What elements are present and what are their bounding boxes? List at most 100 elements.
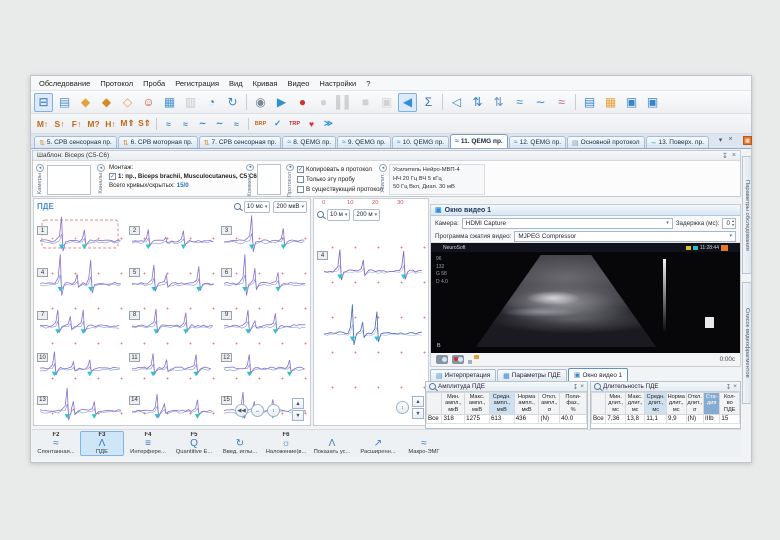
pin-icon[interactable]: ↧ — [726, 383, 731, 391]
collapse-icon[interactable]: ◂ — [246, 164, 254, 171]
trp-icon[interactable]: TRP — [287, 116, 302, 131]
search-icon[interactable] — [429, 383, 436, 390]
exam-tab-10. QEMG пр.[interactable]: ≈10. QEMG пр. — [391, 136, 450, 148]
exam-tab-5. СРВ сенсорная пр.[interactable]: ⇅ 5. СРВ сенсорная пр. — [34, 136, 117, 148]
record-icon[interactable]: ● — [293, 93, 312, 112]
delay-spinner[interactable]: 0 ▴ ▾ — [722, 217, 736, 229]
report-icon[interactable]: ▦ — [160, 93, 179, 112]
trace-number-box[interactable]: 2 — [129, 226, 140, 235]
s-response-icon[interactable]: S↑ — [52, 116, 67, 131]
trigger-marker-icon[interactable] — [87, 371, 93, 377]
exam-tab-8. QEMG пр.[interactable]: ≈8. QEMG пр. — [282, 136, 337, 148]
tab-close-icon[interactable]: × — [726, 136, 735, 143]
montage-item[interactable]: ✓ 1: пр., Biceps brachii, Musculocutaneu… — [109, 171, 257, 181]
exam-tab-12. QEMG пр.[interactable]: ≈12. QEMG пр. — [508, 136, 567, 148]
trace-number-box[interactable]: 6 — [221, 268, 232, 278]
menu-item-Обследование[interactable]: Обследование — [34, 79, 95, 88]
trace-number-box[interactable]: 7 — [37, 310, 48, 320]
open-exam-icon[interactable]: ◆ — [76, 93, 95, 112]
record-video-icon[interactable] — [452, 355, 464, 364]
trace-number-box[interactable]: 4 — [37, 268, 48, 278]
scroll-up-button[interactable]: ▲ — [292, 398, 304, 409]
scroll-down-button[interactable]: ▼ — [412, 408, 424, 419]
import-exam-icon[interactable]: ◇ — [118, 93, 137, 112]
sound-icon[interactable]: ◀ — [398, 92, 417, 112]
trace-number-box[interactable]: 10 — [37, 353, 48, 363]
mode-button-Расширенн...[interactable]: ↗ Расширенн... — [356, 431, 400, 456]
mup-trace[interactable] — [223, 254, 306, 296]
wave-down-icon[interactable]: ∼ — [212, 116, 227, 131]
exam-tab-6. СРВ моторная пр.[interactable]: ⇅ 6. СРВ моторная пр. — [117, 136, 198, 148]
trace-number-box[interactable]: 14 — [129, 395, 140, 405]
layout-grid-icon[interactable]: ▦ — [743, 136, 752, 145]
mup-trace[interactable] — [39, 387, 122, 421]
trace-number-box[interactable]: 5 — [129, 268, 140, 278]
trace-number-box[interactable]: 9 — [221, 310, 232, 320]
trigger-marker-icon[interactable] — [194, 414, 201, 419]
page-prev-button[interactable]: ◀◀ — [235, 404, 248, 417]
menu-item-Регистрация[interactable]: Регистрация — [170, 79, 224, 88]
wave-analyze-icon[interactable]: ≈ — [178, 116, 193, 131]
play-icon[interactable]: ▶ — [272, 93, 291, 112]
heart-icon[interactable]: ♥ — [304, 116, 319, 131]
mode-button-Наложение(в...[interactable]: F6 ☼ Наложение(в... — [264, 431, 308, 456]
mode-button-ПДЕ[interactable]: F3 Λ ПДЕ — [80, 431, 124, 456]
mode-button-Интерфере...[interactable]: F4 ≡ Интерфере... — [126, 431, 170, 456]
s2-response-icon[interactable]: S⇑ — [137, 116, 152, 131]
mup-trace[interactable] — [223, 215, 305, 252]
table-row[interactable]: Все 7,36 13,8 11,1 9,9 (N) IIIb 15 — [590, 413, 740, 424]
trigger-marker-icon[interactable] — [272, 329, 279, 334]
sync-icon[interactable]: ↻ — [223, 93, 242, 112]
menu-item-Протокол[interactable]: Протокол — [95, 79, 138, 88]
avg-trace-area[interactable]: 4 — [314, 223, 428, 401]
snapshot-camera-icon[interactable] — [436, 355, 448, 364]
video-window-titlebar[interactable]: ▣ Окно видео 1 — [431, 205, 740, 216]
export-frames-icon[interactable] — [468, 355, 479, 364]
collapse-icon[interactable]: ◂ — [379, 164, 387, 172]
fit-vertical-button[interactable]: ↕ — [396, 401, 409, 414]
checkbox-icon[interactable] — [297, 175, 304, 183]
codec-select[interactable]: MJPEG Compressor ▾ — [514, 230, 736, 242]
trace-number-box[interactable]: 15 — [221, 395, 232, 405]
brp-icon[interactable]: BRP — [253, 116, 268, 131]
wave-up-icon[interactable]: ∼ — [195, 116, 210, 131]
trace-number-box[interactable]: 1 — [37, 226, 48, 235]
menu-item-Вид[interactable]: Вид — [224, 79, 248, 88]
trigger-marker-icon[interactable] — [91, 414, 97, 419]
trigger-marker-icon[interactable] — [275, 286, 281, 292]
collapse-icon[interactable]: ◂ — [97, 164, 105, 172]
menu-item-Кривая[interactable]: Кривая — [248, 79, 283, 88]
sort-asc-icon[interactable]: ⇅ — [468, 93, 487, 112]
trigger-marker-icon[interactable] — [249, 244, 255, 250]
mup-trace[interactable] — [131, 353, 212, 376]
patient-card-icon[interactable]: ☺ — [139, 93, 158, 112]
scroll-down-button[interactable]: ▼ — [292, 410, 304, 421]
m-response-icon[interactable]: М↑ — [35, 116, 50, 131]
f-wave-icon[interactable]: F↑ — [69, 116, 84, 131]
camera-preview-box[interactable] — [47, 165, 91, 195]
screen-prev-icon[interactable]: ▣ — [622, 93, 641, 112]
trigger-marker-icon[interactable] — [180, 244, 187, 250]
menu-item-Видео[interactable]: Видео — [282, 79, 314, 88]
bottom-tab-Окно видео 1[interactable]: ▣ Окно видео 1 — [567, 368, 629, 381]
trigger-marker-icon[interactable] — [286, 371, 293, 377]
new-exam-icon[interactable]: ▤ — [55, 93, 74, 112]
trace-number-box[interactable]: 12 — [221, 353, 232, 363]
sound-wave-icon[interactable]: ◁ — [447, 93, 466, 112]
pin-icon[interactable]: ↧ — [573, 383, 578, 391]
mup-trace[interactable] — [39, 254, 121, 296]
paste-icon[interactable]: ▦ — [601, 93, 620, 112]
sum-analysis-icon[interactable]: Σ — [419, 93, 438, 112]
bottom-tab-Интерпретация[interactable]: ▤ Интерпретация — [430, 369, 497, 381]
ultrasound-video-view[interactable]: NeuroSoft 11:28:44 96 132 G 58 D 4.0 B — [431, 243, 740, 353]
curve-tool-c-icon[interactable]: ≈ — [552, 93, 571, 112]
h-reflex-icon[interactable]: Н↑ — [103, 116, 118, 131]
close-panel-icon[interactable]: × — [732, 152, 736, 160]
trace-number-box[interactable]: 11 — [129, 353, 140, 363]
mup-trace[interactable] — [131, 308, 213, 334]
zoom-icon[interactable] — [317, 211, 324, 218]
checkbox-checked-icon[interactable]: ✓ — [109, 172, 116, 180]
mup-trace[interactable] — [323, 304, 422, 346]
scroll-up-button[interactable]: ▲ — [412, 396, 424, 407]
wave-mark-icon[interactable]: ≈ — [161, 116, 176, 131]
